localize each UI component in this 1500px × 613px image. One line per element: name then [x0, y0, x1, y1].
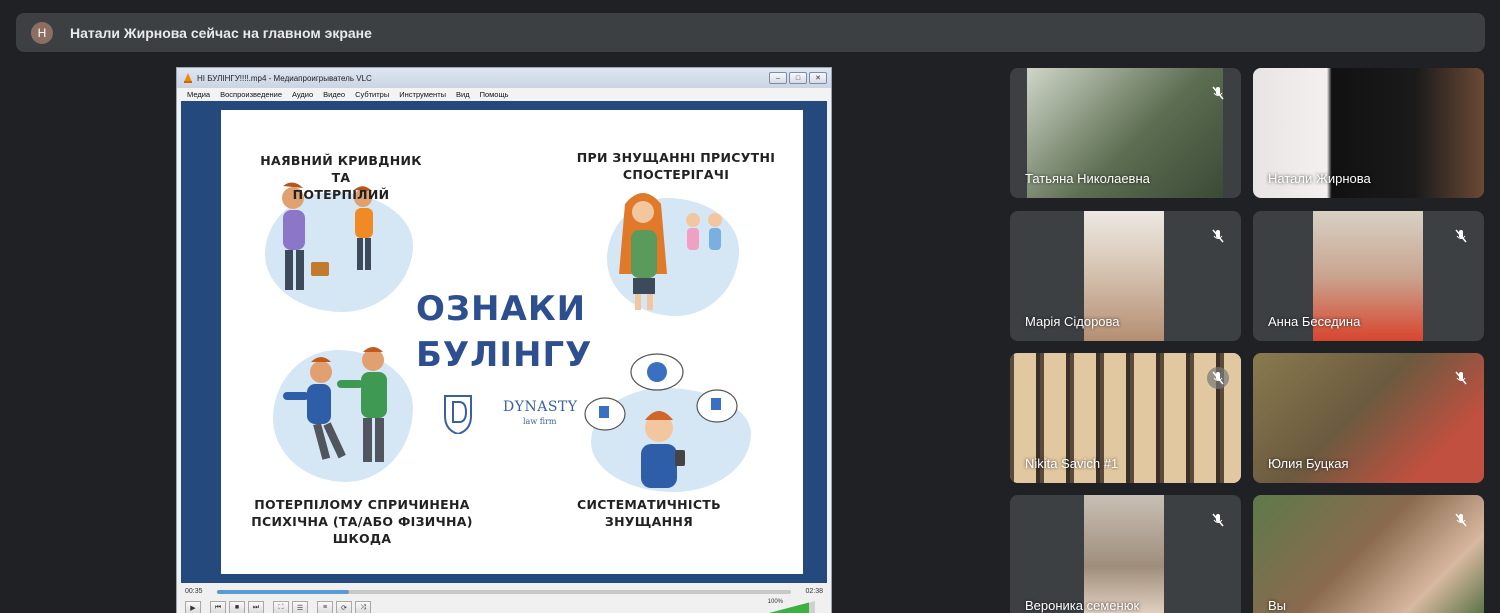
participant-name: Татьяна Николаевна — [1025, 171, 1150, 186]
participant-video — [1253, 495, 1484, 613]
vlc-cone-icon — [184, 73, 192, 83]
participant-video — [1084, 495, 1164, 613]
previous-button[interactable]: ⏮ — [210, 601, 226, 613]
participant-name: Натали Жирнова — [1268, 171, 1371, 186]
fullscreen-button[interactable]: ⛶ — [273, 601, 289, 613]
participant-name: Марія Сідорова — [1025, 314, 1120, 329]
mic-muted-icon — [1450, 367, 1472, 389]
sign1-text: НАЯВНИЙ КРИВДНИК ТА ПОТЕРПІЛИЙ — [251, 152, 431, 203]
vlc-window: НІ БУЛІНГУ!!!!.mp4 - Медиапроигрыватель … — [176, 67, 832, 613]
mic-muted-icon — [1450, 509, 1472, 531]
minimize-button[interactable]: – — [769, 72, 787, 84]
participant-tile[interactable]: Марія Сідорова — [1010, 211, 1241, 341]
presentation-slide: НАЯВНИЙ КРИВДНИК ТА ПОТЕРПІЛИЙ ПРИ ЗНУЩА… — [221, 110, 803, 574]
sign3-text: ПОТЕРПІЛОМУ СПРИЧИНЕНА ПСИХІЧНА (ТА/АБО … — [241, 496, 483, 547]
participant-tile[interactable]: Татьяна Николаевна — [1010, 68, 1241, 198]
participant-name: Вероника семенюк — [1025, 598, 1140, 613]
video-area[interactable]: НАЯВНИЙ КРИВДНИК ТА ПОТЕРПІЛИЙ ПРИ ЗНУЩА… — [181, 101, 827, 583]
participant-tile-self[interactable]: Вы — [1253, 495, 1484, 613]
mic-muted-icon — [1207, 367, 1229, 389]
menu-video[interactable]: Видео — [323, 90, 345, 99]
vlc-controls: 00:35 02:38 ▶ ⏮ ■ ⏭ ⛶ ☰ ≡ ⟳ ⤨ 100% — [177, 584, 831, 613]
playlist-button[interactable]: ≡ — [317, 601, 333, 613]
menu-tools[interactable]: Инструменты — [399, 90, 446, 99]
play-button[interactable]: ▶ — [185, 601, 201, 613]
sign4-line2: ЗНУЩАННЯ — [604, 514, 694, 529]
time-elapsed: 00:35 — [185, 588, 203, 595]
participant-tile-active-speaker[interactable]: Nikita Savich #1 — [1010, 353, 1241, 483]
sign4-text: СИСТЕМАТИЧНІСТЬ ЗНУЩАННЯ — [557, 496, 741, 530]
figures-systematic — [584, 353, 738, 488]
slide-title-line1: ОЗНАКИ — [416, 289, 587, 329]
time-total: 02:38 — [805, 588, 823, 595]
close-button[interactable]: ✕ — [809, 72, 827, 84]
menu-help[interactable]: Помощь — [480, 90, 509, 99]
participant-tile[interactable]: Анна Беседина — [1253, 211, 1484, 341]
figures-bystanders — [619, 193, 722, 310]
menu-audio[interactable]: Аудио — [292, 90, 313, 99]
logo-name: DYNASTY — [503, 399, 578, 415]
mic-muted-icon — [1207, 509, 1229, 531]
vlc-menubar: Медиа Воспроизведение Аудио Видео Субтит… — [177, 88, 831, 100]
loop-button[interactable]: ⟳ — [336, 601, 352, 613]
sign3-line3: ШКОДА — [332, 531, 392, 546]
extended-settings-button[interactable]: ☰ — [292, 601, 308, 613]
next-button[interactable]: ⏭ — [248, 601, 264, 613]
presenting-text: Натали Жирнова сейчас на главном экране — [70, 24, 372, 41]
sign2-line1: ПРИ ЗНУЩАННІ ПРИСУТНІ — [576, 150, 776, 165]
shuffle-button[interactable]: ⤨ — [355, 601, 371, 613]
participant-name: Юлия Буцкая — [1268, 456, 1349, 471]
volume-label: 100% — [767, 599, 783, 605]
participant-name: Анна Беседина — [1268, 314, 1361, 329]
menu-media[interactable]: Медиа — [187, 90, 210, 99]
vlc-title-text: НІ БУЛІНГУ!!!!.mp4 - Медиапроигрыватель … — [197, 73, 372, 83]
menu-playback[interactable]: Воспроизведение — [220, 90, 282, 99]
seek-bar[interactable] — [217, 590, 791, 594]
slide-title: ОЗНАКИ БУЛІНГУ — [416, 286, 592, 378]
sign3-line2: ПСИХІЧНА (ТА/АБО ФІЗИЧНА) — [251, 514, 473, 529]
mic-muted-icon — [1207, 82, 1229, 104]
participant-tile[interactable]: Натали Жирнова — [1253, 68, 1484, 198]
mic-muted-icon — [1207, 225, 1229, 247]
presenter-avatar: Н — [31, 21, 53, 44]
sign1-line2: ПОТЕРПІЛИЙ — [292, 187, 390, 202]
stop-button[interactable]: ■ — [229, 601, 245, 613]
figures-harm — [283, 347, 387, 462]
participant-name: Nikita Savich #1 — [1025, 456, 1119, 471]
sign2-line2: СПОСТЕРІГАЧІ — [622, 167, 730, 182]
participant-name: Вы — [1268, 598, 1287, 613]
participant-tile[interactable]: Вероника семенюк — [1010, 495, 1241, 613]
sign1-line1: НАЯВНИЙ КРИВДНИК ТА — [260, 153, 422, 185]
slide-title-line2: БУЛІНГУ — [416, 335, 593, 375]
vlc-titlebar: НІ БУЛІНГУ!!!!.mp4 - Медиапроигрыватель … — [177, 68, 831, 88]
logo-subtitle: law firm — [523, 417, 557, 426]
menu-subtitles[interactable]: Субтитры — [355, 90, 389, 99]
sign2-text: ПРИ ЗНУЩАННІ ПРИСУТНІ СПОСТЕРІГАЧІ — [563, 149, 789, 183]
menu-view[interactable]: Вид — [456, 90, 470, 99]
seek-progress — [217, 590, 350, 594]
sign4-line1: СИСТЕМАТИЧНІСТЬ — [577, 497, 721, 512]
presenting-banner: Н Натали Жирнова сейчас на главном экран… — [16, 13, 1485, 52]
sign3-line1: ПОТЕРПІЛОМУ СПРИЧИНЕНА — [254, 497, 470, 512]
mic-muted-icon — [1450, 225, 1472, 247]
participant-tile[interactable]: Юлия Буцкая — [1253, 353, 1484, 483]
maximize-button[interactable]: □ — [789, 72, 807, 84]
